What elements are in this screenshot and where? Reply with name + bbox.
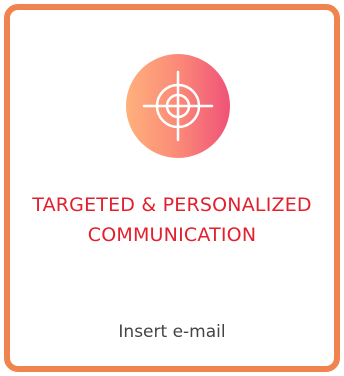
target-crosshair-icon: [126, 54, 230, 158]
card-title-line-2: COMMUNICATION: [87, 224, 257, 246]
card-title-line-1: TARGETED & PERSONALIZED: [32, 194, 312, 216]
card-title: TARGETED & PERSONALIZED COMMUNICATION: [10, 190, 334, 250]
feature-card: TARGETED & PERSONALIZED COMMUNICATION In…: [4, 4, 340, 372]
insert-email-link[interactable]: Insert e-mail: [10, 320, 334, 344]
